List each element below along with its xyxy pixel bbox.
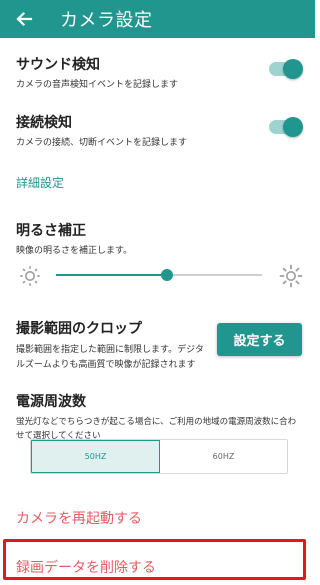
brightness-slider-row <box>0 262 315 288</box>
sound-detect-setting[interactable]: サウンド検知 カメラの音声検知イベントを記録します <box>0 54 315 90</box>
connection-detect-toggle[interactable] <box>269 117 303 137</box>
power-frequency-subtitle-line1: 蛍光灯などでちらつきが起こる場合に、ご利用の地域の電源周波数に合わ <box>16 417 297 427</box>
advanced-section: 詳細設定 <box>0 174 315 191</box>
brightness-high-icon <box>279 264 303 288</box>
brightness-title: 明るさ補正 <box>16 223 86 239</box>
brightness-subtitle: 映像の明るさを補正します。 <box>16 246 133 256</box>
option-60hz[interactable]: 60HZ <box>160 440 287 473</box>
brightness-slider-thumb[interactable] <box>161 269 174 281</box>
sound-detect-subtitle: カメラの音声検知イベントを記録します <box>16 80 179 90</box>
brightness-slider-fill <box>56 274 168 276</box>
power-frequency-title: 電源周波数 <box>16 394 86 410</box>
toggle-knob <box>283 117 303 137</box>
connection-detect-subtitle: カメラの接続、切断イベントを記録します <box>16 138 188 148</box>
power-frequency-selector: 50HZ 60HZ <box>30 439 288 474</box>
sound-detect-toggle[interactable] <box>269 59 303 79</box>
page-title: カメラ設定 <box>60 10 153 31</box>
brightness-low-icon <box>18 264 42 288</box>
section-header-advanced: 詳細設定 <box>16 176 65 190</box>
power-frequency-setting: 電源周波数 蛍光灯などでちらつきが起こる場合に、ご利用の地域の電源周波数に合わ … <box>0 391 315 441</box>
option-50hz[interactable]: 50HZ <box>31 440 160 473</box>
brightness-setting: 明るさ補正 映像の明るさを補正します。 <box>0 220 315 256</box>
connection-detect-setting[interactable]: 接続検知 カメラの接続、切断イベントを記録します <box>0 112 315 148</box>
crop-settings-button[interactable]: 設定する <box>217 323 302 356</box>
arrow-back-icon[interactable] <box>14 9 34 29</box>
crop-subtitle-line2: ルズームよりも高画質で映像が記録されます <box>16 360 196 370</box>
toggle-knob <box>283 59 303 79</box>
brightness-slider-track[interactable] <box>56 269 262 281</box>
restart-camera-button[interactable]: カメラを再起動する <box>16 508 142 528</box>
app-bar: カメラ設定 <box>0 0 315 38</box>
highlight-frame <box>3 539 306 580</box>
